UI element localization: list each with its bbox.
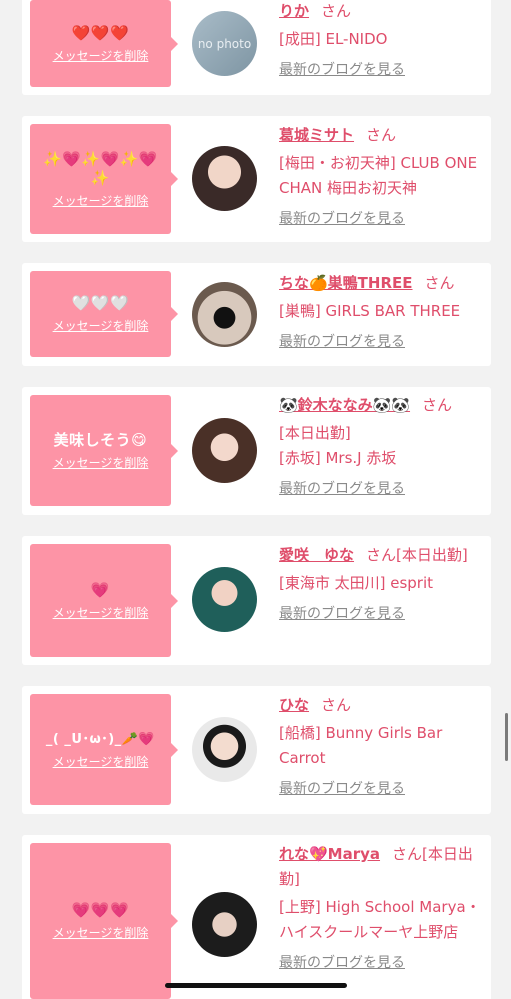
latest-blog-link[interactable]: 最新のブログを見る <box>279 777 487 802</box>
san-label: さん <box>321 2 352 20</box>
avatar[interactable]: no photo <box>192 11 257 76</box>
message-bubble: 美味しそう😋 メッセージを削除 <box>30 395 178 506</box>
delete-message-link[interactable]: メッセージを削除 <box>53 753 149 770</box>
cast-info: 葛城ミサト さん [梅田・お初天神] CLUB ONE CHAN 梅田お初天神 最… <box>279 123 487 232</box>
cast-info: ちな🍊巣鴨THREE さん [巣鴨] GIRLS BAR THREE 最新のブログ… <box>279 271 487 355</box>
avatar[interactable] <box>192 892 257 957</box>
message-card: ❤️❤️❤️ メッセージを削除 no photo りか さん [成田] EL-NI… <box>22 0 491 95</box>
message-bubble: ✨💗✨💗✨💗✨ メッセージを削除 <box>30 124 178 234</box>
shop-name: [梅田・お初天神] CLUB ONE CHAN 梅田お初天神 <box>279 154 478 197</box>
message-text: 💗 <box>90 580 111 599</box>
message-card: 🤍🤍🤍 メッセージを削除 ちな🍊巣鴨THREE さん [巣鴨] GIRLS BAR… <box>22 263 491 366</box>
cast-name-link[interactable]: 🐼鈴木ななみ🐼🐼 <box>279 396 410 414</box>
latest-blog-link[interactable]: 最新のブログを見る <box>279 207 487 232</box>
message-text: 🤍🤍🤍 <box>71 294 130 312</box>
cast-info: 愛咲 ゆな さん[本日出勤] [東海市 太田川] esprit 最新のブログを見る <box>279 543 487 627</box>
cast-info: ひな さん [船橋] Bunny Girls Bar Carrot 最新のブログを… <box>279 693 487 802</box>
message-text: 💗💗💗 <box>71 901 130 919</box>
latest-blog-link[interactable]: 最新のブログを見る <box>279 58 487 83</box>
avatar[interactable] <box>192 146 257 211</box>
latest-blog-link[interactable]: 最新のブログを見る <box>279 330 487 355</box>
san-label: さん <box>422 396 453 414</box>
no-photo-label: no photo <box>197 37 252 51</box>
delete-message-link[interactable]: メッセージを削除 <box>53 924 149 941</box>
message-bubble: 🤍🤍🤍 メッセージを削除 <box>30 271 178 357</box>
cast-name-link[interactable]: れな💖Marya <box>279 845 380 863</box>
san-label: さん <box>366 546 397 564</box>
avatar[interactable] <box>192 567 257 632</box>
delete-message-link[interactable]: メッセージを削除 <box>53 47 149 64</box>
home-indicator[interactable] <box>165 983 347 988</box>
scrollbar[interactable] <box>505 713 508 761</box>
message-card: 💗 メッセージを削除 愛咲 ゆな さん[本日出勤] [東海市 太田川] espri… <box>22 536 491 665</box>
san-label: さん <box>424 274 455 292</box>
delete-message-link[interactable]: メッセージを削除 <box>53 604 149 621</box>
message-text: ✨💗✨💗✨💗✨ <box>42 149 159 187</box>
san-label: さん <box>366 126 397 144</box>
cast-name-link[interactable]: 葛城ミサト <box>279 126 354 144</box>
shop-name: [赤坂] Mrs.J 赤坂 <box>279 449 397 467</box>
delete-message-link[interactable]: メッセージを削除 <box>53 192 149 209</box>
delete-message-link[interactable]: メッセージを削除 <box>53 454 149 471</box>
delete-message-link[interactable]: メッセージを削除 <box>53 317 149 334</box>
shift-status: [本日出勤] <box>279 424 351 442</box>
cast-name-link[interactable]: 愛咲 ゆな <box>279 546 354 564</box>
message-text: 美味しそう😋 <box>53 430 148 449</box>
shop-name: [東海市 太田川] esprit <box>279 574 434 592</box>
shop-name: [巣鴨] GIRLS BAR THREE <box>279 302 461 320</box>
message-card: ✨💗✨💗✨💗✨ メッセージを削除 葛城ミサト さん [梅田・お初天神] CLUB … <box>22 116 491 242</box>
message-card: 美味しそう😋 メッセージを削除 🐼鈴木ななみ🐼🐼 さん [本日出勤] [赤坂] M… <box>22 387 491 515</box>
avatar[interactable] <box>192 418 257 483</box>
latest-blog-link[interactable]: 最新のブログを見る <box>279 477 487 502</box>
message-bubble: 💗💗💗 メッセージを削除 <box>30 843 178 999</box>
message-bubble: ❤️❤️❤️ メッセージを削除 <box>30 0 178 87</box>
cast-info: りか さん [成田] EL-NIDO 最新のブログを見る <box>279 0 487 83</box>
message-text: _( _U･ω･)_🥕💗 <box>45 731 156 747</box>
avatar[interactable] <box>192 282 257 347</box>
cast-name-link[interactable]: ちな🍊巣鴨THREE <box>279 274 413 292</box>
shift-status: [本日出勤] <box>396 546 468 564</box>
avatar[interactable] <box>192 717 257 782</box>
cast-name-link[interactable]: ひな <box>279 696 309 714</box>
cast-info: 🐼鈴木ななみ🐼🐼 さん [本日出勤] [赤坂] Mrs.J 赤坂 最新のブログを見… <box>279 393 487 502</box>
latest-blog-link[interactable]: 最新のブログを見る <box>279 951 487 976</box>
cast-info: れな💖Marya さん[本日出勤] [上野] High School Marya・… <box>279 842 487 976</box>
shop-name: [成田] EL-NIDO <box>279 30 388 48</box>
message-bubble: 💗 メッセージを削除 <box>30 544 178 657</box>
latest-blog-link[interactable]: 最新のブログを見る <box>279 602 487 627</box>
message-card: _( _U･ω･)_🥕💗 メッセージを削除 ひな さん [船橋] Bunny Gi… <box>22 686 491 814</box>
shop-name: [船橋] Bunny Girls Bar Carrot <box>279 724 443 767</box>
cast-name-link[interactable]: りか <box>279 2 309 20</box>
shop-name: [上野] High School Marya・ハイスクールマーヤ上野店 <box>279 898 481 941</box>
san-label: さん <box>392 845 423 863</box>
message-text: ❤️❤️❤️ <box>71 23 130 42</box>
message-card: 💗💗💗 メッセージを削除 れな💖Marya さん[本日出勤] [上野] High … <box>22 835 491 999</box>
message-bubble: _( _U･ω･)_🥕💗 メッセージを削除 <box>30 694 178 805</box>
san-label: さん <box>321 696 352 714</box>
